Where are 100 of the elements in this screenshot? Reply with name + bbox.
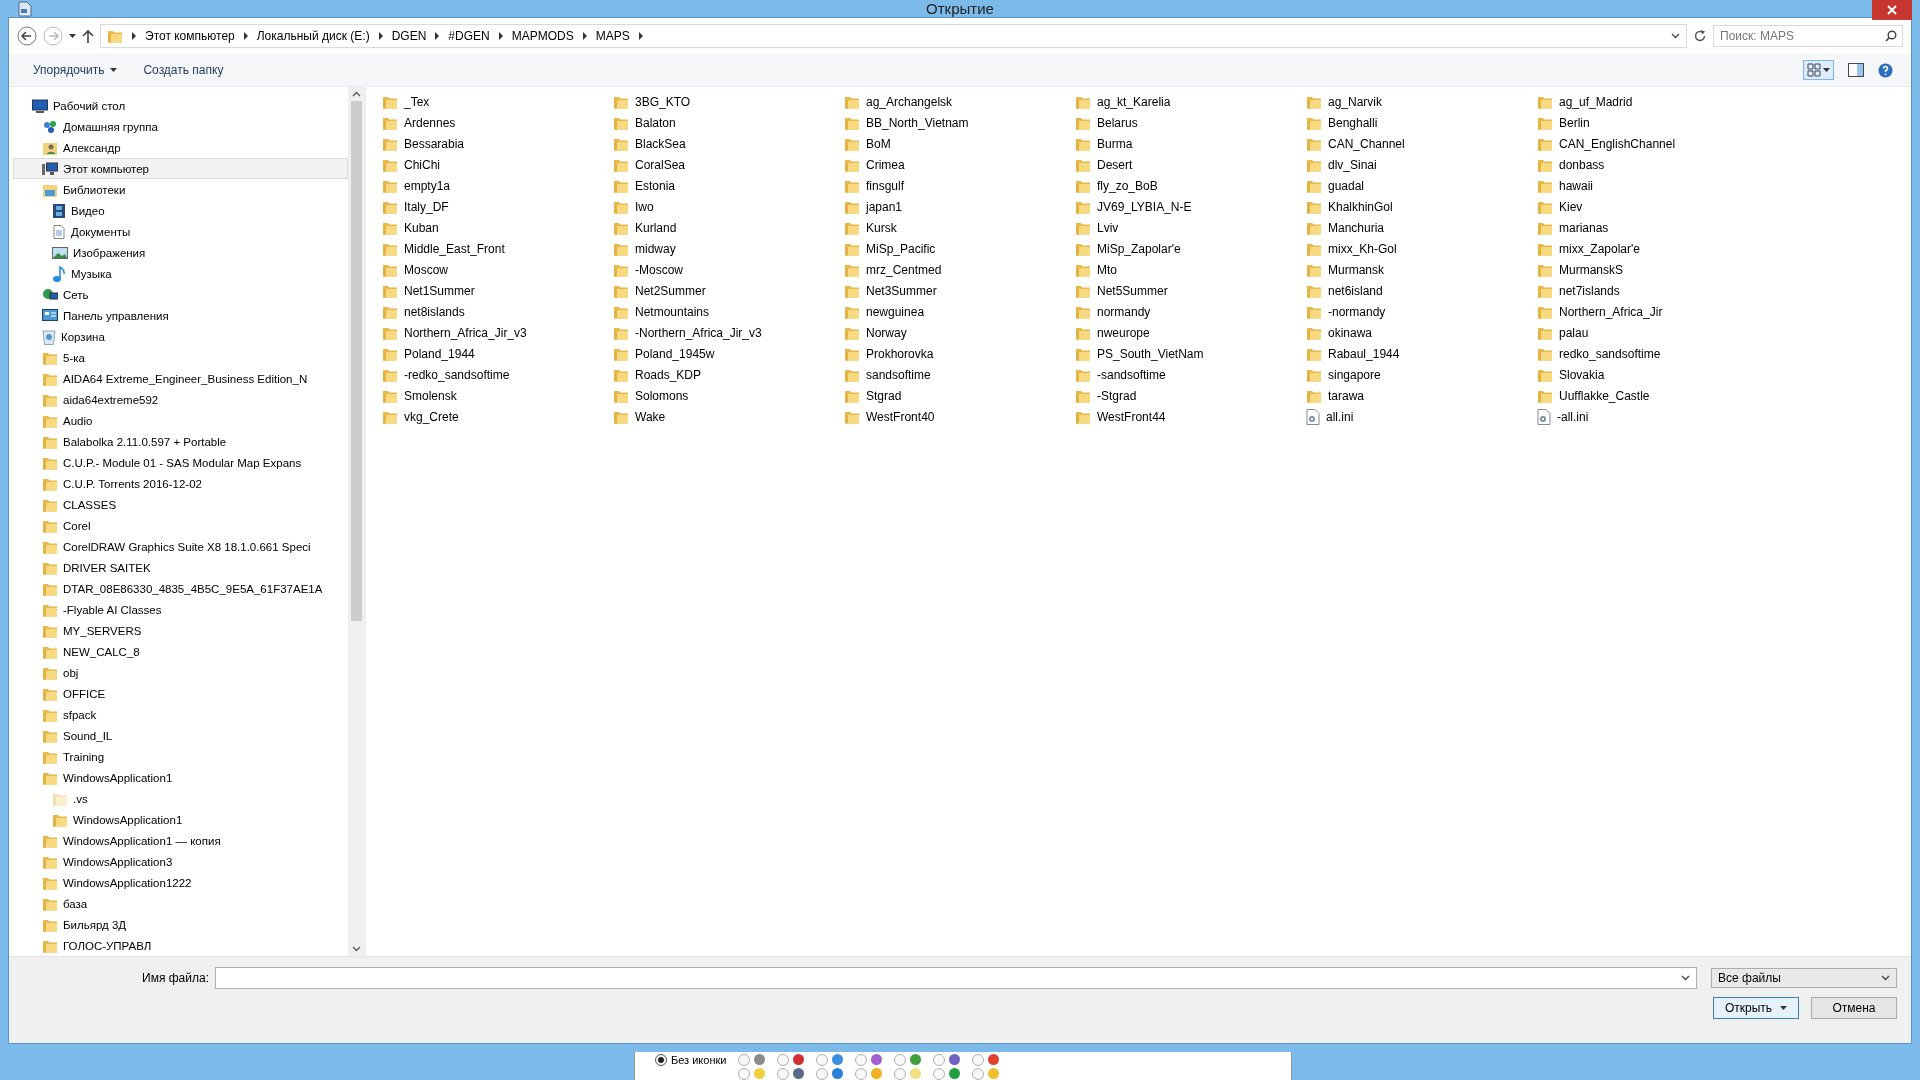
refresh-button[interactable]: [1693, 29, 1707, 43]
file-item[interactable]: Prokhorovka: [844, 343, 1075, 364]
tree-item[interactable]: C.U.P.- Module 01 - SAS Modular Map Expans: [13, 452, 348, 473]
tree-item[interactable]: aida64extreme592: [13, 389, 348, 410]
file-item[interactable]: normandy: [1075, 301, 1306, 322]
file-item[interactable]: Poland_1945w: [613, 343, 844, 364]
scroll-down-icon[interactable]: [352, 946, 361, 952]
dialog-button[interactable]: Отмена: [1811, 997, 1897, 1019]
file-item[interactable]: mixx_Kh-Gol: [1306, 238, 1537, 259]
file-item[interactable]: BB_North_Vietnam: [844, 112, 1075, 133]
file-item[interactable]: Kursk: [844, 217, 1075, 238]
file-item[interactable]: CAN_Channel: [1306, 133, 1537, 154]
tree-item[interactable]: Домашняя группа: [13, 116, 348, 137]
file-item[interactable]: Mto: [1075, 259, 1306, 280]
file-item[interactable]: Moscow: [382, 259, 613, 280]
file-item[interactable]: Net2Summer: [613, 280, 844, 301]
file-item[interactable]: empty1a: [382, 175, 613, 196]
radio-button[interactable]: [816, 1053, 829, 1066]
file-item[interactable]: Rabaul_1944: [1306, 343, 1537, 364]
file-item[interactable]: mrz_Centmed: [844, 259, 1075, 280]
tree-item[interactable]: Рабочий стол: [13, 95, 348, 116]
file-item[interactable]: MiSp_Zapolar'e: [1075, 238, 1306, 259]
tree-item[interactable]: Изображения: [13, 242, 348, 263]
file-item[interactable]: -sandsoftime: [1075, 364, 1306, 385]
file-item[interactable]: net6island: [1306, 280, 1537, 301]
file-item[interactable]: Kuban: [382, 217, 613, 238]
tree-item[interactable]: Корзина: [13, 326, 348, 347]
file-item[interactable]: Solomons: [613, 385, 844, 406]
tree-item[interactable]: 5-ка: [13, 347, 348, 368]
radio-button[interactable]: [933, 1067, 946, 1080]
file-item[interactable]: Wake: [613, 406, 844, 427]
file-item[interactable]: Lviv: [1075, 217, 1306, 238]
tree-item[interactable]: WindowsApplication1 — копия: [13, 830, 348, 851]
toolbar-button[interactable]: Создать папку: [137, 59, 230, 81]
file-item[interactable]: net8islands: [382, 301, 613, 322]
file-item[interactable]: -Moscow: [613, 259, 844, 280]
file-item[interactable]: Middle_East_Front: [382, 238, 613, 259]
tree-item[interactable]: Sound_IL: [13, 725, 348, 746]
scroll-up-icon[interactable]: [352, 91, 361, 97]
file-item[interactable]: redko_sandsoftime: [1537, 343, 1768, 364]
breadcrumb[interactable]: Локальный диск (E:): [256, 29, 370, 43]
file-item[interactable]: JV69_LYBIA_N-E: [1075, 196, 1306, 217]
tree-item[interactable]: DTAR_08E86330_4835_4B5C_9E5A_61F37AE1A: [13, 578, 348, 599]
file-item[interactable]: Balaton: [613, 112, 844, 133]
dropdown-icon[interactable]: [1671, 33, 1680, 39]
file-item[interactable]: Bessarabia: [382, 133, 613, 154]
file-item[interactable]: 3BG_KTO: [613, 91, 844, 112]
tree-item[interactable]: Видео: [13, 200, 348, 221]
file-item[interactable]: Netmountains: [613, 301, 844, 322]
file-item[interactable]: Manchuria: [1306, 217, 1537, 238]
file-item[interactable]: MiSp_Pacific: [844, 238, 1075, 259]
file-item[interactable]: KhalkhinGol: [1306, 196, 1537, 217]
file-item[interactable]: BlackSea: [613, 133, 844, 154]
tree-item[interactable]: Документы: [13, 221, 348, 242]
file-item[interactable]: Berlin: [1537, 112, 1768, 133]
file-item[interactable]: newguinea: [844, 301, 1075, 322]
file-item[interactable]: singapore: [1306, 364, 1537, 385]
breadcrumb[interactable]: Этот компьютер: [145, 29, 235, 43]
tree-item[interactable]: Панель управления: [13, 305, 348, 326]
tree-item[interactable]: Этот компьютер: [13, 158, 348, 179]
file-item[interactable]: Slovakia: [1537, 364, 1768, 385]
tree-item[interactable]: Музыка: [13, 263, 348, 284]
radio-button[interactable]: [933, 1053, 946, 1066]
file-item[interactable]: Murmansk: [1306, 259, 1537, 280]
tree-item[interactable]: -Flyable AI Classes: [13, 599, 348, 620]
file-item[interactable]: Net5Summer: [1075, 280, 1306, 301]
file-item[interactable]: Uufflakke_Castle: [1537, 385, 1768, 406]
scrollbar[interactable]: [348, 87, 365, 956]
file-item[interactable]: marianas: [1537, 217, 1768, 238]
file-item[interactable]: hawaii: [1537, 175, 1768, 196]
tree-item[interactable]: C.U.P. Torrents 2016-12-02: [13, 473, 348, 494]
file-item[interactable]: Net1Summer: [382, 280, 613, 301]
radio-button[interactable]: [972, 1067, 985, 1080]
file-item[interactable]: -redko_sandsoftime: [382, 364, 613, 385]
file-item[interactable]: sandsoftime: [844, 364, 1075, 385]
view-button[interactable]: [1803, 60, 1834, 80]
tree-item[interactable]: CorelDRAW Graphics Suite X8 18.1.0.661 Speci: [13, 536, 348, 557]
up-button[interactable]: [82, 29, 94, 43]
file-item[interactable]: okinawa: [1306, 322, 1537, 343]
tree-item[interactable]: .vs: [13, 788, 348, 809]
radio-button[interactable]: [816, 1067, 829, 1080]
tree-item[interactable]: Александр: [13, 137, 348, 158]
radio-button[interactable]: [777, 1053, 790, 1066]
back-button[interactable]: [17, 26, 37, 46]
tree-item[interactable]: Audio: [13, 410, 348, 431]
file-item[interactable]: all.ini: [1306, 406, 1537, 427]
tree-item[interactable]: MY_SERVERS: [13, 620, 348, 641]
tree-item[interactable]: Бильярд 3Д: [13, 914, 348, 935]
file-item[interactable]: mixx_Zapolar'e: [1537, 238, 1768, 259]
file-item[interactable]: Stgrad: [844, 385, 1075, 406]
tree-item[interactable]: NEW_CALC_8: [13, 641, 348, 662]
file-item[interactable]: Northern_Africa_Jir: [1537, 301, 1768, 322]
file-item[interactable]: WestFront44: [1075, 406, 1306, 427]
radio-button[interactable]: [738, 1053, 751, 1066]
file-item[interactable]: Northern_Africa_Jir_v3: [382, 322, 613, 343]
tree-item[interactable]: ГОЛОС-УПРАВЛ: [13, 935, 348, 956]
radio-button[interactable]: [894, 1067, 907, 1080]
file-item[interactable]: Iwo: [613, 196, 844, 217]
close-button[interactable]: [1872, 0, 1912, 20]
forward-button[interactable]: [43, 26, 63, 46]
